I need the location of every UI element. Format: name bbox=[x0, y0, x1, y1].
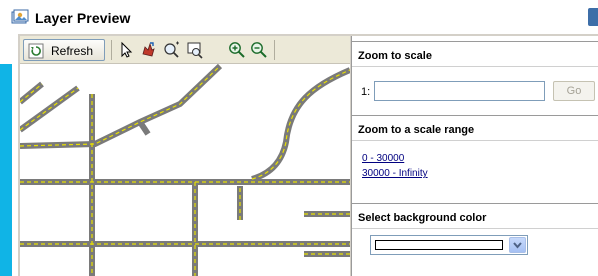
toolbar-separator bbox=[111, 40, 112, 60]
background-color-section bbox=[352, 229, 598, 276]
map-canvas[interactable] bbox=[20, 64, 350, 276]
scale-input[interactable] bbox=[374, 81, 545, 101]
zoom-to-scale-range-heading: Zoom to a scale range bbox=[352, 115, 598, 141]
left-accent-strip bbox=[0, 64, 12, 276]
scale-prefix: 1: bbox=[361, 86, 371, 98]
background-color-heading: Select background color bbox=[352, 203, 598, 229]
scale-range-section: 0 - 30000 30000 - Infinity bbox=[352, 141, 598, 197]
map-toolbar: Refresh bbox=[20, 36, 350, 64]
color-swatch bbox=[375, 240, 503, 250]
zoom-region-icon[interactable] bbox=[163, 41, 181, 59]
toolbar-separator bbox=[274, 40, 275, 60]
scale-range-link[interactable]: 0 - 30000 bbox=[362, 153, 404, 164]
help-icon[interactable] bbox=[588, 8, 598, 26]
title-bar: Layer Preview bbox=[0, 0, 598, 34]
zoom-extents-icon[interactable] bbox=[186, 41, 204, 59]
scale-range-link[interactable]: 30000 - Infinity bbox=[362, 168, 428, 179]
pan-icon[interactable] bbox=[139, 41, 157, 59]
refresh-button[interactable]: Refresh bbox=[23, 39, 105, 61]
refresh-label: Refresh bbox=[51, 44, 94, 58]
select-arrow-icon[interactable] bbox=[117, 41, 135, 59]
background-color-select[interactable] bbox=[370, 235, 528, 255]
page-title: Layer Preview bbox=[35, 10, 131, 26]
go-button[interactable]: Go bbox=[553, 81, 595, 101]
preview-options-panel: Zoom to scale 1: Go Zoom to a scale rang… bbox=[351, 36, 598, 276]
refresh-icon bbox=[28, 43, 44, 59]
road-network bbox=[20, 64, 350, 276]
layer-preview-icon bbox=[11, 9, 29, 24]
zoom-to-scale-heading: Zoom to scale bbox=[352, 41, 598, 67]
zoom-to-scale-section: 1: Go bbox=[352, 77, 598, 115]
zoom-in-icon[interactable] bbox=[228, 41, 246, 59]
zoom-out-icon[interactable] bbox=[250, 41, 268, 59]
chevron-down-icon[interactable] bbox=[509, 237, 526, 253]
